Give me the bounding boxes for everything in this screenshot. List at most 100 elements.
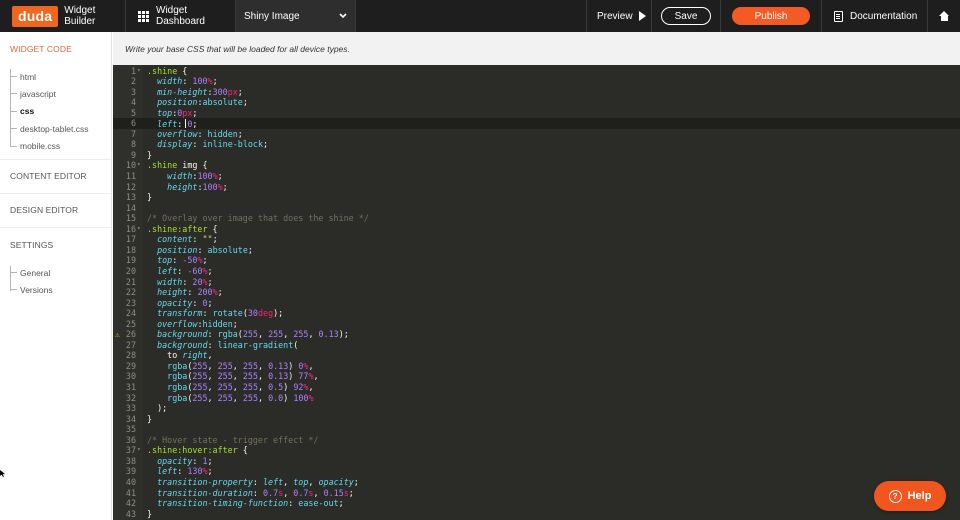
code-line[interactable]: 28 to right,	[113, 350, 960, 361]
code-line[interactable]: 36 /* Hover state - trigger effect */	[113, 435, 960, 446]
line-number: 2	[130, 76, 136, 87]
settings-tree: General Versions	[0, 262, 111, 303]
code-line[interactable]: 37 ▾ .shine:hover:after {	[113, 445, 960, 456]
code-text: height:100%;	[167, 181, 228, 192]
home-icon	[938, 11, 950, 21]
file-item-html[interactable]: html	[10, 68, 111, 85]
save-button[interactable]: Save	[661, 7, 711, 25]
text-cursor	[185, 119, 187, 129]
code-text: min-height:300px;	[157, 86, 243, 97]
code-line[interactable]: 27 background: linear-gradient(	[113, 340, 960, 351]
code-line[interactable]: 31 rgba(255, 255, 255, 0.5) 92%,	[113, 382, 960, 393]
code-line[interactable]: 14	[113, 203, 960, 214]
line-number: 7	[130, 128, 136, 139]
brand[interactable]: duda Widget Builder	[0, 0, 126, 32]
sidebar-content-editor[interactable]: CONTENT EDITOR	[0, 160, 111, 194]
code-line[interactable]: 4 position:absolute;	[113, 97, 960, 108]
line-number: 29	[125, 360, 136, 371]
code-line[interactable]: 23 opacity: 0;	[113, 298, 960, 309]
fold-arrow-icon[interactable]: ▾	[137, 66, 141, 77]
line-number: 11	[125, 171, 136, 181]
code-line[interactable]: 5 top:0px;	[113, 108, 960, 119]
publish-button[interactable]: Publish	[732, 7, 810, 25]
line-number: 12	[125, 181, 136, 192]
fold-arrow-icon[interactable]: ▾	[137, 160, 141, 171]
code-line[interactable]: 11 width:100%;	[113, 171, 960, 182]
grid-icon	[138, 10, 149, 22]
code-line[interactable]: 13}	[113, 192, 960, 203]
code-text: transition-property: left, top, opacity;	[157, 476, 359, 487]
code-line[interactable]: 40 transition-property: left, top, opaci…	[113, 477, 960, 488]
settings-item-general[interactable]: General	[10, 264, 111, 281]
code-line[interactable]: 12 height:100%;	[113, 182, 960, 193]
sidebar-settings[interactable]: SETTINGS	[0, 228, 111, 262]
settings-item-versions[interactable]: Versions	[10, 281, 111, 298]
line-number: 23	[125, 297, 136, 308]
sidebar-widget-code[interactable]: WIDGET CODE	[0, 32, 111, 66]
line-number: 39	[125, 466, 136, 477]
code-line[interactable]: 6 left: 0;	[113, 118, 960, 129]
home-button[interactable]	[927, 0, 960, 32]
line-number: 16	[125, 223, 136, 234]
code-line[interactable]: 24 transform: rotate(30deg);	[113, 308, 960, 319]
code-line[interactable]: 21 width: 20%;	[113, 277, 960, 288]
file-item-css[interactable]: css	[10, 103, 111, 120]
code-line[interactable]: 15 /* Overlay over image that does the sh…	[113, 213, 960, 224]
dashboard-label: Widget Dashboard	[156, 5, 205, 27]
code-line[interactable]: 22 height: 200%;	[113, 287, 960, 298]
code-line[interactable]: 17 content: "";	[113, 234, 960, 245]
line-number: 22	[125, 287, 136, 298]
line-number: 18	[125, 244, 136, 255]
file-item-javascript[interactable]: javascript	[10, 85, 111, 102]
fold-arrow-icon[interactable]: ▾	[137, 445, 141, 456]
preview-button[interactable]: Preview	[586, 0, 651, 32]
code-line[interactable]: 16 ▾ .shine:after {	[113, 224, 960, 235]
code-text: opacity: 1;	[157, 455, 213, 466]
code-line[interactable]: 38 opacity: 1;	[113, 456, 960, 467]
question-icon: ?	[888, 489, 902, 503]
file-tree: html javascript css desktop-tablet.css m…	[0, 65, 111, 159]
code-line[interactable]: 26 ⚠ background: rgba(255, 255, 255, 0.13…	[113, 329, 960, 340]
code-line[interactable]: 7 overflow: hidden;	[113, 129, 960, 140]
code-text: transform: rotate(30deg);	[157, 308, 284, 319]
documentation-link[interactable]: Documentation	[821, 0, 927, 32]
fold-arrow-icon[interactable]: ▾	[137, 224, 141, 235]
widget-select[interactable]: Shiny Image	[236, 0, 356, 32]
code-line[interactable]: 41 transition-duration: 0.7s, 0.7s, 0.15…	[113, 488, 960, 499]
sidebar-design-editor[interactable]: DESIGN EDITOR	[0, 194, 111, 228]
code-line[interactable]: 25 overflow:hidden;	[113, 319, 960, 330]
code-editor[interactable]: 1 ▾ .shine {2 width: 100%; 3 min-height:300…	[113, 65, 960, 520]
code-line[interactable]: 18 position: absolute;	[113, 245, 960, 256]
code-line[interactable]: 42 transition-timing-function: ease-out;	[113, 498, 960, 509]
code-line[interactable]: 35	[113, 424, 960, 435]
code-line[interactable]: 43}	[113, 509, 960, 520]
code-line[interactable]: 33 );	[113, 403, 960, 414]
code-line[interactable]: 20 left: -60%;	[113, 266, 960, 277]
code-line[interactable]: 19 top: -50%;	[113, 255, 960, 266]
code-text: content: "";	[157, 234, 218, 245]
code-line[interactable]: 10 ▾ .shine img {	[113, 160, 960, 171]
code-line[interactable]: 34}	[113, 414, 960, 425]
code-text: rgba(255, 255, 255, 0.5) 92%,	[167, 382, 314, 392]
line-number: 9	[130, 149, 136, 160]
code-line[interactable]: 30 rgba(255, 255, 255, 0.13) 77%,	[113, 371, 960, 382]
help-button[interactable]: ? Help	[874, 481, 946, 511]
description-text: Write your base CSS that will be loaded …	[125, 43, 350, 54]
line-number: 3	[130, 86, 136, 97]
code-line[interactable]: 8 display: inline-block;	[113, 139, 960, 150]
widget-dashboard-link[interactable]: Widget Dashboard	[126, 0, 236, 32]
code-line[interactable]: 9}	[113, 150, 960, 161]
widget-code-label: WIDGET CODE	[10, 44, 72, 54]
code-line[interactable]: 3 min-height:300px;	[113, 87, 960, 98]
code-line[interactable]: 29 rgba(255, 255, 255, 0.13) 0%,	[113, 361, 960, 372]
code-line[interactable]: 32 rgba(255, 255, 255, 0.0) 100%	[113, 393, 960, 404]
file-item-desktop-tablet-css[interactable]: desktop-tablet.css	[10, 120, 111, 137]
code-line[interactable]: 1 ▾ .shine {	[113, 66, 960, 77]
code-line[interactable]: 2 width: 100%;	[113, 76, 960, 87]
line-number: 21	[125, 276, 136, 287]
line-number: 43	[125, 508, 136, 519]
line-number: 36	[125, 434, 136, 445]
code-line[interactable]: 39 left: 130%;	[113, 466, 960, 477]
file-item-mobile-css[interactable]: mobile.css	[10, 138, 111, 155]
line-number: 40	[125, 476, 136, 487]
